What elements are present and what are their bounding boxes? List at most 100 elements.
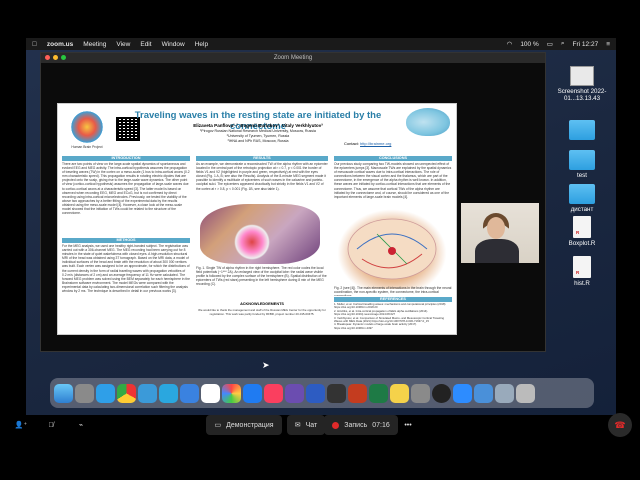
menu-view[interactable]: View — [116, 41, 130, 48]
r-file-icon: R — [573, 256, 591, 278]
desktop-icon-label: hist.R — [574, 280, 590, 287]
menu-edit[interactable]: Edit — [140, 41, 151, 48]
video-button[interactable]: ⌁ — [72, 410, 90, 440]
wifi-icon[interactable]: ◠ — [507, 40, 513, 48]
contact-link: http://brainme.org — [360, 141, 392, 146]
zoom-client-screen:  zoom.us Meeting View Edit Window Help … — [0, 0, 640, 480]
poster-affiliations: ¹Pirogov Russian National Research Medic… — [168, 129, 348, 144]
share-screen-button[interactable]: ▭ Демонстрация — [206, 410, 282, 440]
finder-icon[interactable] — [54, 383, 73, 403]
chrome-icon[interactable] — [117, 383, 136, 403]
section-methods-header: METHODS — [62, 238, 190, 243]
excel-icon[interactable] — [369, 383, 388, 403]
traffic-lights — [45, 55, 66, 60]
section-acknowledgements-header: ACKNOWLEDGEMENTS — [196, 302, 328, 307]
contact-label: Contact: — [344, 141, 359, 146]
mail-icon[interactable] — [138, 383, 157, 403]
app-store-icon[interactable] — [243, 383, 262, 403]
music-icon[interactable] — [264, 383, 283, 403]
figure-2-caption: Fig. 2 (see [4]). The main elements of i… — [334, 286, 452, 296]
participant-video[interactable] — [461, 203, 539, 263]
calendar-icon[interactable] — [201, 383, 220, 403]
record-label: Запись — [344, 421, 368, 429]
desktop-icon-folder[interactable] — [552, 120, 612, 142]
section-conclusions-header: CONCLUSIONS — [334, 156, 452, 161]
share-pill: ▭ Демонстрация — [206, 415, 282, 435]
chat-label: Чат — [305, 421, 318, 429]
launchpad-icon[interactable] — [75, 383, 94, 403]
record-pill: Запись 07:16 — [324, 415, 398, 435]
chat-icon: ✉ — [294, 422, 301, 429]
control-center-icon[interactable]: ≡ — [606, 41, 610, 48]
logo-caption: Human Brain Project — [71, 145, 103, 149]
screen-icon: ▭ — [214, 422, 222, 429]
participants-button[interactable]: 👤⁺ — [10, 410, 32, 440]
zoom-dock-icon[interactable] — [180, 383, 199, 403]
zoom-app-icon[interactable] — [453, 383, 472, 403]
activity-icon[interactable] — [432, 383, 451, 403]
window-titlebar[interactable]: Zoom Meeting — [41, 53, 545, 63]
camera-off-icon: ⌁ — [78, 422, 84, 429]
folder-icon — [569, 184, 595, 204]
desktop-icon-label: дистант — [570, 206, 594, 213]
menu-app-name[interactable]: zoom.us — [47, 41, 73, 48]
desktop-icon-screenshot[interactable]: Screenshot 2022-01...13.13.43 — [552, 66, 612, 102]
desktop-icon-hist[interactable]: R hist.R — [552, 256, 612, 287]
figure-1-caption: Fig. 1. Single TW of alpha rhythm in the… — [196, 266, 327, 287]
notes-icon[interactable] — [390, 383, 409, 403]
window-title: Zoom Meeting — [273, 55, 313, 61]
menubar-clock[interactable]: Fri 12:27 — [573, 41, 599, 48]
downloads-folder-icon[interactable] — [495, 383, 514, 403]
apple-icon[interactable]:  — [32, 41, 37, 48]
more-button[interactable]: ••• — [398, 410, 418, 440]
desktop-icon-distant[interactable]: дистант — [552, 184, 612, 213]
screenshot-icon — [570, 66, 594, 86]
telegram-icon[interactable] — [159, 383, 178, 403]
podcasts-icon[interactable] — [285, 383, 304, 403]
references-list: 1. Muller, et al. Cortical travelling wa… — [334, 303, 452, 333]
record-timer: 07:16 — [372, 421, 390, 429]
mac-menubar:  zoom.us Meeting View Edit Window Help … — [26, 38, 616, 50]
r-file-icon: R — [573, 216, 591, 238]
close-window-button[interactable] — [45, 55, 50, 60]
more-icon: ••• — [404, 421, 412, 429]
system-preferences-icon[interactable] — [411, 383, 430, 403]
battery-level[interactable]: 100 % — [520, 41, 538, 48]
leave-meeting-button[interactable]: ☎ — [608, 410, 632, 440]
trash-icon[interactable] — [516, 383, 535, 403]
microphone-off-icon: 🎙̸ — [48, 421, 54, 429]
desktop-icon-boxplot[interactable]: R Boxplot.R — [552, 216, 612, 247]
menu-meeting[interactable]: Meeting — [83, 41, 106, 48]
zoom-window-button[interactable] — [61, 55, 66, 60]
mute-button[interactable]: 🎙̸ — [42, 410, 60, 440]
scientific-poster: Human Brain Project Traveling waves in t… — [57, 103, 457, 335]
introduction-text: There are two points of view on the larg… — [62, 162, 190, 216]
word-icon[interactable] — [306, 383, 325, 403]
safari-icon[interactable] — [96, 383, 115, 403]
desktop-icon-label: Screenshot 2022-01...13.13.43 — [557, 88, 607, 102]
section-introduction-header: INTRODUCTION — [62, 156, 190, 161]
menu-window[interactable]: Window — [162, 41, 185, 48]
powerpoint-icon[interactable] — [348, 383, 367, 403]
chat-button[interactable]: ✉ Чат — [286, 410, 326, 440]
menu-help[interactable]: Help — [195, 41, 208, 48]
folder-icon — [569, 150, 595, 170]
participant-face — [487, 217, 505, 239]
minimize-window-button[interactable] — [53, 55, 58, 60]
terminal-icon[interactable] — [327, 383, 346, 403]
phone-hangup-icon: ☎ — [614, 419, 626, 430]
record-icon — [332, 421, 340, 429]
desktop-icon-test[interactable]: test — [552, 150, 612, 179]
conclusions-text: Our previous study comparing two TW-mode… — [334, 162, 452, 199]
mouse-cursor-icon: ➤ — [262, 360, 270, 370]
brain-logo — [406, 108, 450, 136]
search-icon[interactable]: ⌕ — [561, 40, 565, 48]
record-button[interactable]: Запись 07:16 — [324, 410, 398, 440]
battery-icon[interactable]: ▭ — [547, 40, 553, 48]
photos-icon[interactable] — [222, 383, 241, 403]
figure-2-brain-diagram — [337, 209, 447, 289]
human-brain-project-logo — [70, 110, 104, 144]
desktop-icon-label: Boxplot.R — [568, 240, 596, 247]
preview-icon[interactable] — [474, 383, 493, 403]
affiliation: ³IHNA and NPh RAS, Moscow, Russia — [227, 139, 289, 143]
